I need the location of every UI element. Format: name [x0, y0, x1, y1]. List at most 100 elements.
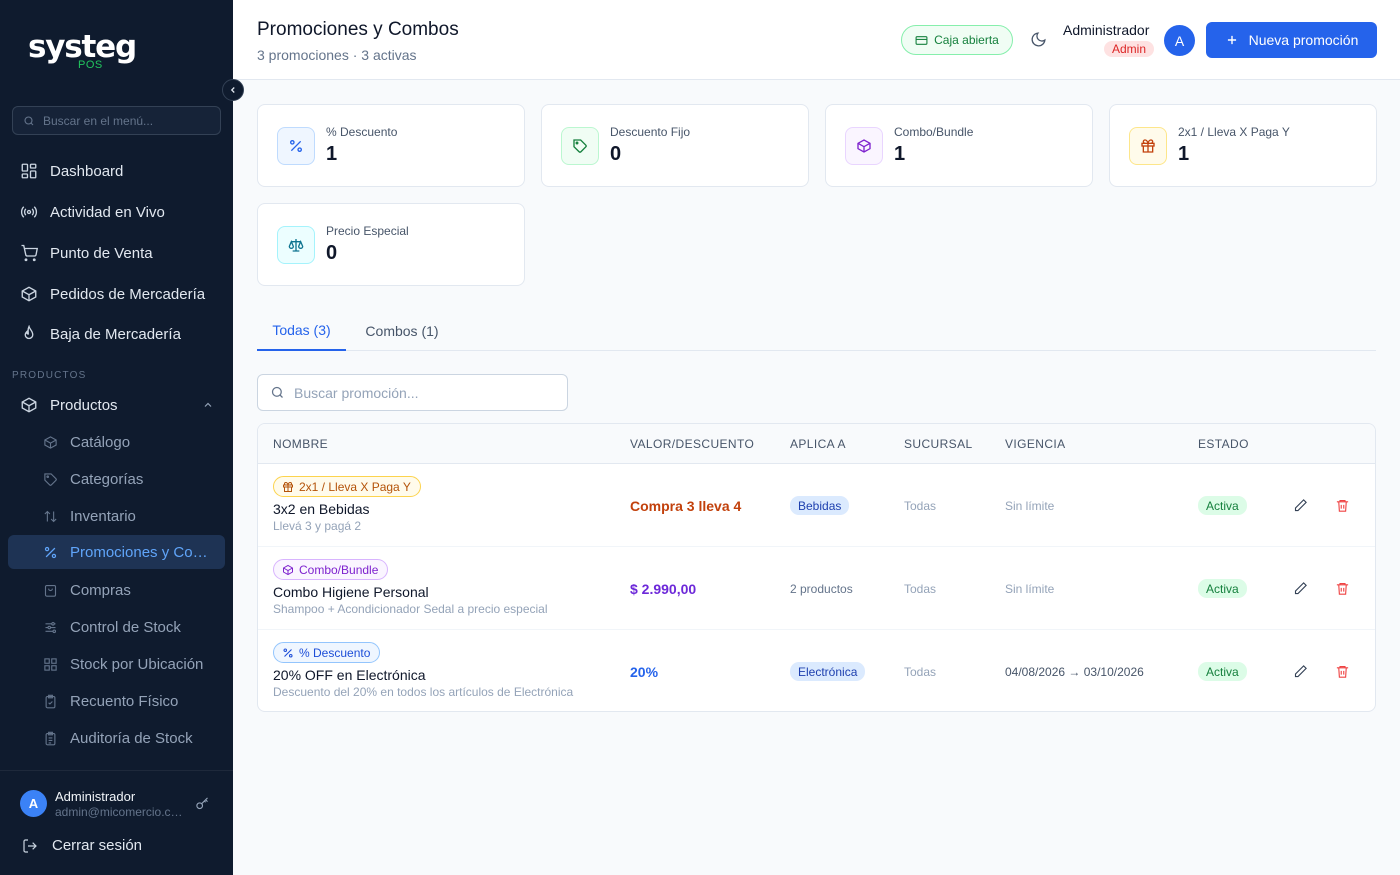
sidebar-item-pedidos[interactable]: Pedidos de Mercadería: [8, 276, 225, 312]
tab-todas[interactable]: Todas (3): [257, 311, 346, 351]
stat-icon-box: [277, 226, 315, 264]
type-badge-label: % Descuento: [299, 645, 371, 660]
sidebar-item-dashboard[interactable]: Dashboard: [8, 153, 225, 189]
sidebar-item-recuento[interactable]: Recuento Físico: [8, 684, 225, 718]
scale-icon: [288, 239, 304, 252]
stat-label: Precio Especial: [326, 224, 409, 238]
edit-pencil-icon[interactable]: [1293, 664, 1308, 679]
sidebar-item-punto-venta[interactable]: Punto de Venta: [8, 235, 225, 271]
sidebar-item-label: Recuento Físico: [70, 692, 179, 710]
logo[interactable]: systeg POS: [28, 30, 137, 71]
branch: Todas: [904, 499, 937, 513]
type-badge-label: Combo/Bundle: [299, 562, 379, 577]
type-badge: % Descuento: [273, 642, 381, 663]
status-badge: Activa: [1198, 496, 1247, 515]
sidebar-item-label: Compras: [70, 581, 131, 599]
plus-icon: [1227, 35, 1236, 45]
percent-icon: [283, 647, 293, 658]
stat-label: 2x1 / Lleva X Paga Y: [1178, 125, 1290, 139]
page-header: Promociones y Combos 3 promociones · 3 a…: [233, 0, 1400, 80]
moon-icon[interactable]: [1030, 31, 1047, 48]
new-promotion-button[interactable]: Nueva promoción: [1206, 22, 1377, 58]
admin-role-badge: Admin: [1104, 41, 1155, 57]
branch: Todas: [904, 665, 937, 679]
sidebar-item-actividad[interactable]: Actividad en Vivo: [8, 194, 225, 230]
promo-value: 20%: [630, 664, 659, 680]
edit-pencil-icon[interactable]: [1293, 581, 1308, 596]
admin-name: Administrador: [1063, 22, 1150, 38]
sidebar: systeg POS Buscar en el menú... Dashboar…: [0, 0, 233, 875]
sidebar-item-catalogo[interactable]: Catálogo: [8, 425, 225, 459]
user-name: Administrador: [55, 789, 136, 804]
trash-icon[interactable]: [1335, 581, 1350, 596]
sidebar-item-label: Promociones y Combos: [70, 543, 212, 561]
sidebar-item-label: Punto de Venta: [50, 244, 153, 262]
new-promotion-label: Nueva promoción: [1248, 32, 1359, 48]
sidebar-item-compras[interactable]: Compras: [8, 573, 225, 607]
col-sucursal: SUCURSAL: [904, 437, 973, 451]
table-row[interactable]: 2x1 / Lleva X Paga Y 3x2 en Bebidas Llev…: [258, 464, 1375, 547]
logout-button[interactable]: Cerrar sesión: [22, 837, 142, 854]
sidebar-group-label: Productos: [50, 396, 118, 414]
stat-card-descuento: % Descuento 1: [257, 104, 525, 187]
page-subtitle: 3 promociones · 3 activas: [257, 47, 417, 63]
sidebar-search-input[interactable]: Buscar en el menú...: [12, 106, 221, 135]
table-row[interactable]: Combo/Bundle Combo Higiene Personal Sham…: [258, 547, 1375, 630]
clipboard-list-icon: [45, 731, 56, 745]
percent-icon: [44, 546, 57, 558]
tag-icon: [573, 139, 587, 153]
sidebar-item-label: Baja de Mercadería: [50, 325, 181, 343]
sort-arrows-icon: [44, 510, 57, 522]
validity: 04/08/2026 → 03/10/2026: [1005, 665, 1144, 679]
credit-card-icon: [915, 35, 928, 45]
sidebar-item-label: Inventario: [70, 507, 136, 525]
stat-icon-box: [561, 127, 599, 165]
sliders-icon: [45, 621, 57, 633]
caja-status-badge[interactable]: Caja abierta: [901, 25, 1013, 55]
trash-icon[interactable]: [1335, 498, 1350, 513]
sidebar-item-label: Stock por Ubicación: [70, 655, 204, 673]
package-icon: [21, 286, 37, 302]
sidebar-item-categorias[interactable]: Categorías: [8, 462, 225, 496]
tab-combos[interactable]: Combos (1): [357, 311, 447, 351]
promo-search-input[interactable]: Buscar promoción...: [257, 374, 568, 411]
sidebar-search-placeholder: Buscar en el menú...: [43, 113, 154, 128]
key-icon[interactable]: [195, 796, 210, 811]
shopping-bag-icon: [44, 584, 57, 597]
tag-icon: [44, 472, 57, 486]
sidebar-item-promociones[interactable]: Promociones y Combos: [8, 535, 225, 569]
gift-icon: [283, 481, 293, 492]
edit-pencil-icon[interactable]: [1293, 498, 1308, 513]
promo-value: $ 2.990,00: [630, 581, 697, 597]
stat-label: % Descuento: [326, 125, 398, 139]
col-valor: VALOR/DESCUENTO: [630, 437, 755, 451]
sidebar-item-label: Auditoría de Stock: [70, 729, 193, 747]
table-row[interactable]: % Descuento 20% OFF en Electrónica Descu…: [258, 630, 1375, 711]
sidebar-item-label: Pedidos de Mercadería: [50, 285, 206, 303]
table-header: NOMBRE VALOR/DESCUENTO APLICA A SUCURSAL…: [258, 424, 1375, 464]
sidebar-item-auditoria[interactable]: Auditoría de Stock: [8, 721, 225, 755]
sidebar-item-stock-ubicacion[interactable]: Stock por Ubicación: [8, 647, 225, 681]
logo-subtext: POS: [78, 59, 103, 71]
col-nombre: NOMBRE: [273, 437, 329, 451]
branch: Todas: [904, 582, 937, 596]
tabs: Todas (3) Combos (1): [257, 311, 1376, 351]
applies-badge: Electrónica: [790, 662, 866, 681]
stat-value: 1: [326, 143, 338, 165]
user-avatar[interactable]: A: [20, 790, 47, 817]
sidebar-group-productos[interactable]: Productos: [8, 387, 225, 423]
logout-icon: [23, 838, 37, 853]
gift-icon: [1141, 139, 1155, 153]
trash-icon[interactable]: [1335, 664, 1350, 679]
validity: Sin límite: [1005, 499, 1055, 513]
stat-card-precio-especial: Precio Especial 0: [257, 203, 525, 286]
section-label-productos: PRODUCTOS: [12, 370, 87, 381]
sidebar-item-baja[interactable]: Baja de Mercadería: [8, 316, 225, 352]
header-avatar[interactable]: A: [1164, 25, 1195, 56]
sidebar-item-inventario[interactable]: Inventario: [8, 499, 225, 533]
type-badge: 2x1 / Lleva X Paga Y: [273, 476, 421, 497]
sidebar-collapse-button[interactable]: [222, 79, 244, 101]
search-icon: [24, 115, 34, 125]
sidebar-item-control-stock[interactable]: Control de Stock: [8, 610, 225, 644]
stat-value: 1: [894, 143, 906, 165]
